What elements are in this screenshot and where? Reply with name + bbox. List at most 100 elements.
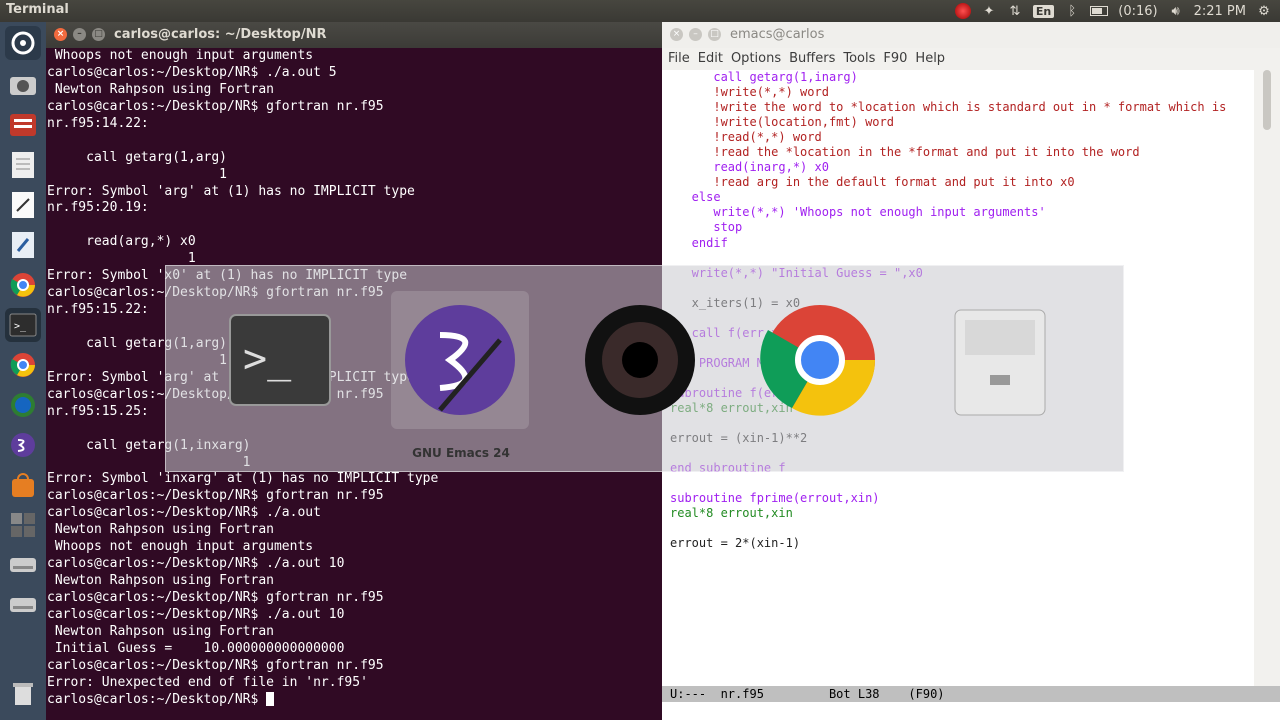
terminal-line: read(arg,*) x0 (47, 234, 196, 250)
terminal-prompt-line[interactable]: carlos@carlos:~/Desktop/NR$ (47, 692, 662, 709)
minibuffer[interactable] (662, 702, 1280, 720)
minimize-button[interactable]: – (73, 28, 86, 41)
terminal-icon[interactable]: >_ (5, 308, 41, 342)
code-line: errout = 2*(xin-1) (670, 536, 801, 551)
terminal-titlebar[interactable]: × – □ carlos@carlos: ~/Desktop/NR (46, 22, 662, 48)
chrome-icon[interactable] (5, 268, 41, 302)
code-line: !read the *location in the *format and p… (670, 145, 1140, 160)
emacs-icon[interactable] (5, 428, 41, 462)
battery-icon[interactable] (1090, 3, 1109, 19)
terminal-line: Newton Rahpson using Fortran (47, 522, 274, 538)
scrollbar-thumb[interactable] (1263, 70, 1271, 130)
terminal-line: carlos@carlos:~/Desktop/NR$ gfortran nr.… (47, 657, 384, 673)
dropbox-icon[interactable]: ✦ (981, 3, 997, 19)
battery-time: (0:16) (1118, 3, 1158, 19)
volume-icon[interactable]: 🔊︎ (1168, 3, 1184, 19)
workspace-switcher-icon[interactable] (5, 508, 41, 542)
terminal-line: Newton Rahpson using Fortran (47, 573, 274, 589)
top-panel: Terminal ✦ ⇅ En ᛒ (0:16) 🔊︎ 2:21 PM ⚙ (0, 0, 1280, 22)
code-line: real*8 errout,xin (670, 506, 793, 521)
terminal-line: Initial Guess = 10.000000000000000 (47, 640, 345, 656)
code-line: !write(location,fmt) word (670, 115, 894, 130)
terminal-line: carlos@carlos:~/Desktop/NR$ ./a.out 10 (47, 606, 345, 622)
terminal-line: Error: Symbol 'arg' at (1) has no IMPLIC… (47, 183, 415, 199)
terminal-line: carlos@carlos:~/Desktop/NR$ gfortran nr.… (47, 488, 384, 504)
camera-app-icon[interactable] (571, 291, 709, 429)
terminal-prompt: carlos@carlos:~/Desktop/NR$ (47, 691, 267, 707)
code-line: stop (670, 220, 743, 235)
code-line: !write(*,*) word (670, 85, 829, 100)
terminal-icon[interactable]: >_ (211, 291, 349, 429)
code-line: endif (670, 235, 728, 250)
terminal-line: 1 (47, 166, 228, 182)
menu-item-buffers[interactable]: Buffers (789, 48, 841, 70)
app-switcher: >_ GNU Emacs 24 (165, 265, 1124, 472)
terminal-line: carlos@carlos:~/Desktop/NR$ ./a.out 10 (47, 556, 345, 572)
maximize-button[interactable]: □ (708, 28, 721, 41)
terminal-line: Error: Symbol 'inxarg' at (1) has no IMP… (47, 471, 439, 487)
emacs-icon[interactable] (391, 291, 529, 429)
terminal-line: nr.f95:20.19: (47, 200, 149, 216)
emacs-titlebar[interactable]: × – □ emacs@carlos (662, 22, 1280, 48)
terminal-title: carlos@carlos: ~/Desktop/NR (114, 27, 327, 42)
code-line: call getarg(1,inarg) (670, 70, 858, 84)
switcher-selected-label: GNU Emacs 24 (412, 446, 510, 460)
terminal-line: carlos@carlos:~/Desktop/NR$ ./a.out 5 (47, 64, 337, 80)
scrollbar[interactable] (1254, 70, 1280, 686)
drive-icon[interactable] (5, 548, 41, 582)
menu-item-tools[interactable]: Tools (843, 48, 881, 70)
terminal-line: call getarg(1,arg) (47, 149, 228, 165)
code-line: write(*,*) 'Whoops not enough input argu… (670, 205, 1046, 220)
terminal-line: carlos@carlos:~/Desktop/NR$ gfortran nr.… (47, 98, 384, 114)
drive-icon[interactable] (5, 588, 41, 622)
launcher: >_ (0, 22, 46, 720)
menu-item-file[interactable]: File (668, 48, 696, 70)
menu-item-options[interactable]: Options (731, 48, 787, 70)
minimize-button[interactable]: – (689, 28, 702, 41)
keyboard-layout-indicator[interactable]: En (1032, 3, 1055, 19)
terminal-cursor (266, 692, 275, 707)
terminal-line: Whoops not enough input arguments (47, 48, 314, 63)
terminal-line: Whoops not enough input arguments (47, 539, 314, 555)
files-app-icon[interactable] (5, 108, 41, 142)
svg-text:>_: >_ (243, 336, 292, 382)
trash-icon[interactable] (5, 676, 41, 710)
terminal-line: Newton Rahpson using Fortran (47, 81, 274, 97)
code-line: subroutine fprime(errout,xin) (670, 491, 880, 506)
code-line: !read arg in the default format and put … (670, 175, 1075, 190)
file-cabinet-icon[interactable] (931, 291, 1069, 429)
mode-line: U:--- nr.f95 Bot L38 (F90) (662, 686, 1280, 702)
document-icon[interactable] (5, 188, 41, 222)
maximize-button[interactable]: □ (92, 28, 105, 41)
menu-item-edit[interactable]: Edit (698, 48, 729, 70)
chrome-icon[interactable] (5, 348, 41, 382)
bluetooth-icon[interactable]: ᛒ (1064, 3, 1080, 19)
terminal-line: nr.f95:14.22: (47, 115, 149, 131)
record-indicator-icon[interactable] (954, 3, 971, 19)
code-line: !read(*,*) word (670, 130, 822, 145)
active-app-title: Terminal (6, 2, 69, 17)
text-editor-icon[interactable] (5, 148, 41, 182)
menu-item-f90[interactable]: F90 (883, 48, 913, 70)
svg-text:>_: >_ (14, 321, 27, 332)
system-tray: ✦ ⇅ En ᛒ (0:16) 🔊︎ 2:21 PM ⚙ (954, 0, 1272, 22)
software-center-icon[interactable] (5, 468, 41, 502)
dash-home-icon[interactable] (5, 26, 41, 60)
clock[interactable]: 2:21 PM (1194, 4, 1246, 19)
terminal-line: Error: Unexpected end of file in 'nr.f95… (47, 674, 368, 690)
terminal-line: Newton Rahpson using Fortran (47, 623, 274, 639)
emacs-title: emacs@carlos (730, 27, 825, 42)
chrome-icon[interactable] (751, 291, 889, 429)
gear-icon[interactable]: ⚙ (1256, 3, 1272, 19)
writer-icon[interactable] (5, 228, 41, 262)
globe-icon[interactable] (5, 388, 41, 422)
menu-item-help[interactable]: Help (915, 48, 951, 70)
network-icon[interactable]: ⇅ (1007, 3, 1023, 19)
close-button[interactable]: × (670, 28, 683, 41)
close-button[interactable]: × (54, 28, 67, 41)
camera-app-icon[interactable] (5, 68, 41, 102)
